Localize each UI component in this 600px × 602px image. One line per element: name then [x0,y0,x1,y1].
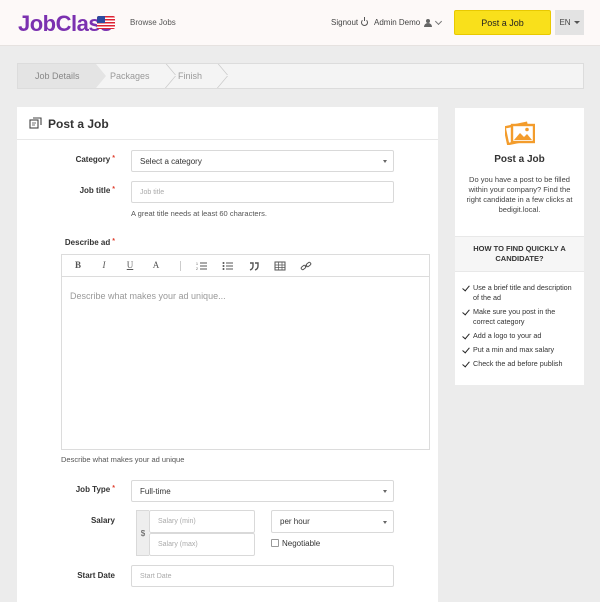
caret-down-icon [383,490,387,493]
category-value: Select a category [140,156,202,166]
start-date-label: Start Date [77,571,115,580]
job-type-value: Full-time [140,486,171,496]
caret-down-icon [383,160,387,163]
caret-down-icon [573,21,580,24]
step-finish[interactable]: Finish [178,64,202,88]
user-icon [424,18,433,27]
post-job-button[interactable]: Post a Job [454,10,551,35]
check-icon [462,283,470,292]
check-icon [462,345,470,354]
top-navbar: JobClass Browse Jobs Signout Admin Demo … [0,0,600,46]
sidebar-title: Post a Job [494,154,545,165]
chevron-down-icon [435,17,443,25]
post-job-sidebar: Post a Job Do you have a post to be fill… [455,108,584,385]
negotiable-checkbox[interactable] [271,539,279,547]
check-icon [462,307,470,316]
salary-min-placeholder: Salary (min) [158,518,196,525]
description-placeholder: Describe what makes your ad unique... [70,291,226,301]
note-icon [29,117,42,129]
quote-icon[interactable] [248,261,260,271]
svg-text:1: 1 [196,262,198,266]
italic-button[interactable]: I [98,260,110,270]
start-date-placeholder: Start Date [140,572,172,580]
signout-label: Signout [331,18,359,27]
salary-label: Salary [90,516,115,525]
list-item: Use a brief title and description of the… [462,283,578,303]
salary-min-input[interactable]: Salary (min) [149,510,255,533]
job-title-placeholder: Job title [140,188,165,196]
list-item: Put a min and max salary [462,345,578,355]
step-separator [164,64,176,88]
user-menu[interactable]: Admin Demo [374,17,443,27]
link-icon[interactable] [300,261,312,271]
category-label: Category * [75,155,115,164]
how-to-title: HOW TO FIND QUICKLY A CANDIDATE? [455,236,584,272]
check-icon [462,359,470,368]
ordered-list-icon[interactable]: 12 [196,261,208,271]
sidebar-description: Do you have a post to be filled within y… [466,175,573,214]
step-job-details[interactable]: Job Details [18,64,106,88]
job-title-label: Job title * [79,186,115,195]
job-type-select[interactable]: Full-time [131,480,394,502]
underline-button[interactable]: U [124,260,136,270]
job-title-hint: A great title needs at least 60 characte… [131,209,267,218]
unordered-list-icon[interactable] [222,261,234,271]
describe-label: Describe ad * [64,238,115,247]
svg-text:2: 2 [196,267,198,271]
list-item: Check the ad before publish [462,359,578,369]
wizard-steps: Job Details Packages Finish [17,63,584,89]
start-date-input[interactable]: Start Date [131,565,394,587]
power-icon [361,17,369,26]
us-flag-icon[interactable] [97,16,115,29]
description-hint: Describe what makes your ad unique [61,455,185,464]
list-item: Add a logo to your ad [462,331,578,341]
post-job-form: Post a Job Category * Select a category J… [17,107,438,602]
caret-down-icon [383,520,387,524]
list-item: Make sure you post in the correct catego… [462,307,578,327]
tips-list: Use a brief title and description of the… [462,283,578,373]
negotiable-label[interactable]: Negotiable [282,539,320,548]
browse-jobs-link[interactable]: Browse Jobs [130,18,176,27]
salary-max-input[interactable]: Salary (max) [149,533,255,556]
salary-period-value: per hour [280,517,310,526]
language-selector[interactable]: EN [555,10,584,35]
form-title: Post a Job [48,117,109,131]
currency-addon: $ [136,510,149,556]
heading-button[interactable]: A [150,260,162,270]
check-icon [462,331,470,340]
language-label: EN [559,18,571,27]
salary-period-select[interactable]: per hour [271,510,394,533]
step-separator [216,64,228,88]
toolbar-divider [180,261,181,271]
form-header: Post a Job [17,107,438,140]
category-select[interactable]: Select a category [131,150,394,172]
job-title-input[interactable]: Job title [131,181,394,203]
editor-toolbar: B I U A 12 [62,255,429,277]
user-name: Admin Demo [374,18,421,27]
salary-max-placeholder: Salary (max) [158,541,198,548]
table-icon[interactable] [274,261,286,271]
photo-icon [505,121,535,145]
step-packages[interactable]: Packages [110,64,150,88]
job-type-label: Job Type * [75,485,115,494]
bold-button[interactable]: B [72,260,84,270]
signout-link[interactable]: Signout [331,17,369,27]
description-editor[interactable]: B I U A 12 Describe what makes your ad u… [61,254,430,450]
